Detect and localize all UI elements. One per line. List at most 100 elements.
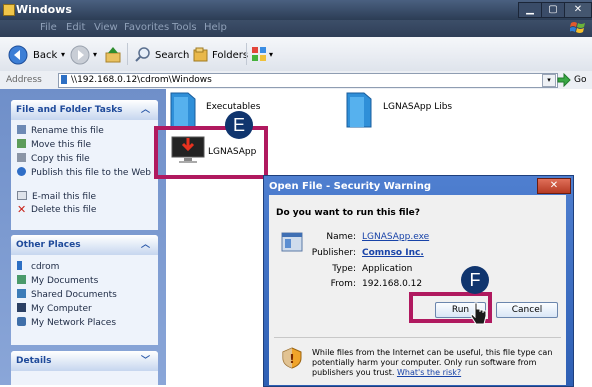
globe-icon bbox=[17, 167, 26, 176]
details-header[interactable]: Details ﹀ bbox=[11, 351, 158, 371]
minimize-button[interactable]: ▁ bbox=[518, 2, 542, 18]
publisher-link[interactable]: Comnso Inc. bbox=[362, 248, 424, 258]
shield-warning-icon: ! bbox=[282, 347, 302, 369]
item-label: Move this file bbox=[31, 140, 91, 150]
toolbar-separator bbox=[246, 43, 247, 65]
go-arrow-icon[interactable] bbox=[557, 73, 571, 87]
copy-file-link[interactable]: Copy this file bbox=[17, 153, 90, 164]
back-button[interactable]: Back bbox=[33, 50, 57, 61]
envelope-icon bbox=[17, 191, 27, 200]
panel-title: Details bbox=[16, 356, 52, 366]
window-title: Windows bbox=[16, 3, 72, 16]
email-file-link[interactable]: E-mail this file bbox=[17, 191, 96, 202]
search-button[interactable]: Search bbox=[155, 50, 189, 61]
up-folder-icon[interactable] bbox=[104, 46, 122, 64]
cancel-button[interactable]: Cancel bbox=[496, 302, 558, 318]
place-my-computer[interactable]: My Computer bbox=[17, 303, 92, 314]
item-label: E-mail this file bbox=[32, 192, 97, 202]
item-label: Rename this file bbox=[31, 126, 104, 136]
libs-folder-label[interactable]: LGNASApp Libs bbox=[383, 102, 452, 112]
panel-title: Other Places bbox=[16, 240, 81, 250]
step-badge-e: E bbox=[225, 111, 253, 139]
menu-view[interactable]: View bbox=[94, 22, 118, 33]
collapse-chevron-icon[interactable]: ︿ bbox=[141, 235, 150, 255]
address-label: Address bbox=[6, 75, 42, 85]
lgnasapp-app-icon[interactable] bbox=[170, 134, 206, 166]
move-file-link[interactable]: Move this file bbox=[17, 139, 91, 150]
menu-tools[interactable]: Tools bbox=[172, 22, 197, 33]
publish-file-link[interactable]: Publish this file to the Web bbox=[17, 167, 161, 178]
dialog-close-button[interactable]: ✕ bbox=[537, 178, 571, 194]
libs-folder-icon[interactable] bbox=[344, 91, 374, 129]
divider bbox=[274, 337, 561, 338]
dialog-body: Do you want to run this file? Name: LGNA… bbox=[269, 195, 566, 385]
executables-folder-icon[interactable] bbox=[168, 91, 198, 129]
name-label: Name: bbox=[326, 232, 356, 242]
shared-folder-icon bbox=[17, 289, 26, 298]
views-dropdown-icon[interactable]: ▾ bbox=[269, 50, 273, 59]
item-label: Delete this file bbox=[31, 205, 97, 215]
go-button[interactable]: Go bbox=[574, 75, 586, 85]
from-value: 192.168.0.12 bbox=[362, 279, 423, 289]
item-label: My Documents bbox=[31, 276, 99, 286]
folder-icon bbox=[3, 4, 15, 16]
other-places-header[interactable]: Other Places ︿ bbox=[11, 235, 158, 255]
place-shared-documents[interactable]: Shared Documents bbox=[17, 289, 117, 300]
menu-help[interactable]: Help bbox=[204, 22, 227, 33]
move-icon bbox=[17, 139, 26, 148]
item-label: Copy this file bbox=[31, 154, 90, 164]
menu-bar: File Edit View Favorites Tools Help bbox=[0, 20, 592, 37]
type-label: Type: bbox=[332, 264, 356, 274]
folders-button[interactable]: Folders bbox=[212, 50, 248, 61]
publisher-label: Publisher: bbox=[311, 248, 356, 258]
panel-title: File and Folder Tasks bbox=[16, 105, 123, 115]
menu-file[interactable]: File bbox=[40, 22, 57, 33]
toolbar-separator bbox=[127, 43, 128, 65]
other-places-panel: Other Places ︿ cdrom My Documents Shared… bbox=[11, 235, 158, 345]
hand-cursor-icon bbox=[470, 302, 487, 325]
item-label: My Network Places bbox=[31, 318, 117, 328]
security-warning-dialog: Open File - Security Warning ✕ Do you wa… bbox=[263, 175, 574, 387]
windows-logo-icon bbox=[570, 22, 585, 33]
item-label: cdrom bbox=[31, 262, 60, 272]
expand-chevron-icon[interactable]: ﹀ bbox=[141, 351, 150, 371]
file-name-link[interactable]: LGNASApp.exe bbox=[362, 232, 429, 242]
back-dropdown-icon[interactable]: ▾ bbox=[61, 50, 65, 59]
delete-file-link[interactable]: ✕ Delete this file bbox=[17, 203, 97, 216]
executables-folder-label[interactable]: Executables bbox=[206, 102, 260, 112]
lgnasapp-file-label[interactable]: LGNASApp bbox=[208, 147, 256, 157]
network-drive-icon bbox=[17, 261, 22, 270]
documents-folder-icon bbox=[17, 275, 26, 284]
address-dropdown-button[interactable]: ▾ bbox=[542, 74, 556, 87]
type-value: Application bbox=[362, 264, 413, 274]
back-arrow-icon[interactable] bbox=[8, 45, 28, 65]
menu-favorites[interactable]: Favorites bbox=[124, 22, 169, 33]
delete-x-icon: ✕ bbox=[17, 203, 27, 216]
place-cdrom[interactable]: cdrom bbox=[17, 261, 59, 272]
rename-file-link[interactable]: Rename this file bbox=[17, 125, 104, 136]
forward-arrow-icon[interactable] bbox=[70, 45, 90, 65]
item-label: Shared Documents bbox=[31, 290, 117, 300]
maximize-button[interactable]: ▢ bbox=[541, 2, 565, 18]
menu-edit[interactable]: Edit bbox=[66, 22, 85, 33]
details-panel: Details ﹀ bbox=[11, 351, 158, 385]
item-label: Publish this file to the Web bbox=[31, 168, 151, 178]
warning-message: While files from the Internet can be use… bbox=[312, 348, 556, 378]
svg-text:!: ! bbox=[289, 352, 294, 366]
network-folder-icon bbox=[61, 75, 67, 84]
place-my-network-places[interactable]: My Network Places bbox=[17, 317, 116, 328]
address-value[interactable]: \\192.168.0.12\cdrom\Windows bbox=[71, 75, 212, 85]
item-label: My Computer bbox=[31, 304, 92, 314]
close-button[interactable]: ✕ bbox=[564, 2, 592, 18]
network-icon bbox=[17, 317, 26, 326]
whats-the-risk-link[interactable]: What's the risk? bbox=[397, 368, 461, 377]
views-icon[interactable] bbox=[251, 46, 268, 63]
dialog-question: Do you want to run this file? bbox=[276, 208, 420, 218]
search-icon[interactable] bbox=[134, 46, 151, 63]
place-my-documents[interactable]: My Documents bbox=[17, 275, 98, 286]
step-badge-f: F bbox=[461, 266, 489, 294]
forward-dropdown-icon[interactable]: ▾ bbox=[93, 50, 97, 59]
file-folder-tasks-header[interactable]: File and Folder Tasks ︿ bbox=[11, 100, 158, 120]
folders-icon[interactable] bbox=[192, 46, 209, 63]
collapse-chevron-icon[interactable]: ︿ bbox=[141, 100, 150, 120]
